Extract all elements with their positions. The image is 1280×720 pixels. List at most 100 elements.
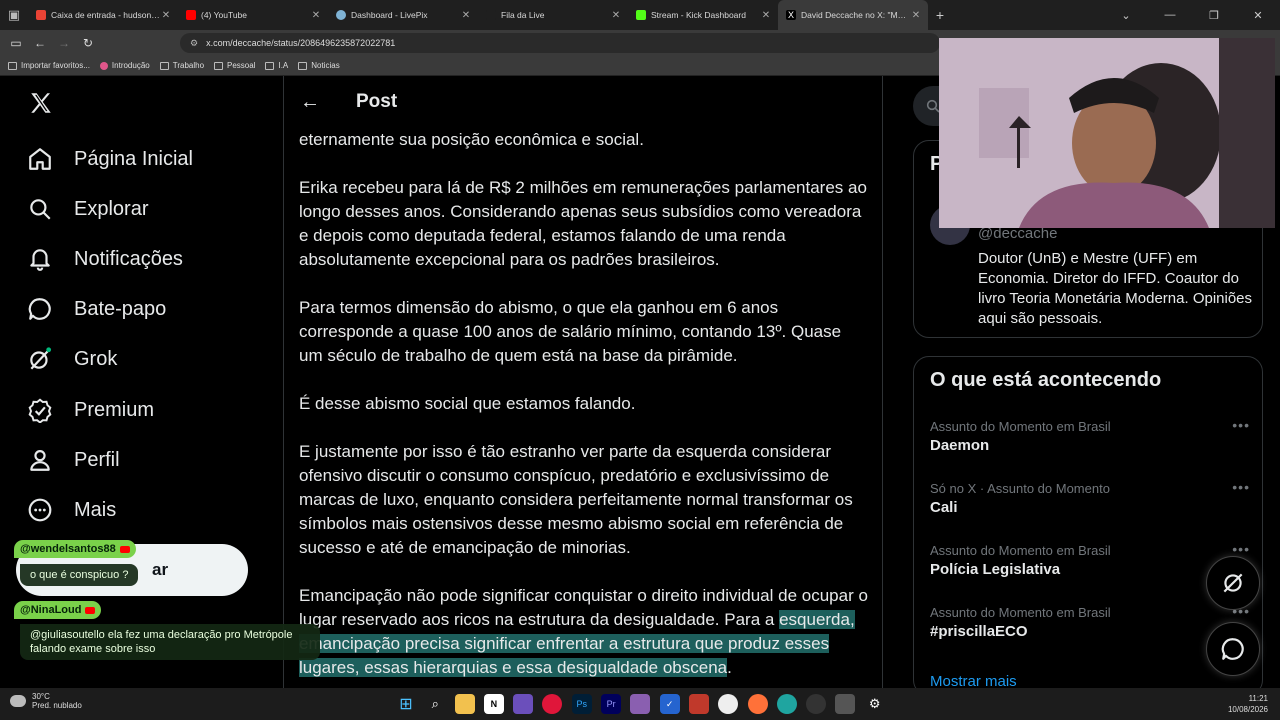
- post-header: ← Post: [284, 76, 882, 128]
- nav-explore[interactable]: Explorar: [24, 189, 148, 229]
- tab-title: Caixa de entrada - hudsonfabio: [51, 10, 160, 20]
- more-options-icon[interactable]: •••: [1232, 541, 1250, 557]
- forward-icon[interactable]: →: [52, 36, 76, 50]
- reload-icon[interactable]: ↻: [76, 36, 100, 50]
- x-logo-icon[interactable]: [28, 90, 54, 116]
- import-icon: [8, 61, 17, 70]
- more-options-icon[interactable]: •••: [1232, 417, 1250, 433]
- media-app-icon[interactable]: [630, 694, 651, 714]
- close-icon[interactable]: ✕: [760, 10, 772, 21]
- browser-tab[interactable]: Stream - Kick Dashboard ✕: [628, 0, 778, 30]
- bookmark-intro[interactable]: Introdução: [99, 61, 150, 70]
- chat-message: o que é conspicuo ?: [20, 564, 139, 586]
- edge-icon[interactable]: [776, 694, 797, 714]
- system-clock[interactable]: 11:21 10/08/2026: [1228, 693, 1268, 715]
- browser-tabbar: ▣ Caixa de entrada - hudsonfabio ✕ (4) Y…: [0, 0, 1280, 30]
- close-icon[interactable]: ✕: [910, 10, 922, 21]
- nav-grok[interactable]: Grok: [24, 339, 117, 379]
- search-icon: [24, 193, 56, 225]
- more-options-icon[interactable]: •••: [1232, 479, 1250, 495]
- minimize-icon[interactable]: —: [1148, 9, 1192, 21]
- calculator-icon[interactable]: [835, 694, 856, 714]
- browser-tab-active[interactable]: X David Deccache no X: "Meu po ✕: [778, 0, 928, 30]
- url-field[interactable]: ⚙ x.com/deccache/status/2086496235872022…: [180, 33, 940, 53]
- chat-username-text: @wendelsantos88: [20, 543, 116, 555]
- bookmark-label: Importar favoritos...: [21, 61, 90, 70]
- bookmark-label: Trabalho: [172, 61, 205, 70]
- search-icon[interactable]: ⌕: [425, 694, 445, 714]
- app-icon[interactable]: [688, 694, 709, 714]
- blank-page-icon: [486, 10, 496, 20]
- obs-icon[interactable]: [718, 694, 739, 714]
- youtube-icon: [186, 10, 196, 20]
- sidebar-toggle-icon[interactable]: ▭: [4, 36, 28, 50]
- browser-tab[interactable]: Fila da Live ✕: [478, 0, 628, 30]
- new-tab-icon[interactable]: +: [928, 7, 952, 23]
- clock-time: 11:21: [1248, 694, 1268, 703]
- bookmark-label: Pessoal: [227, 61, 256, 70]
- nav-chat[interactable]: Bate-papo: [24, 289, 166, 329]
- close-icon[interactable]: ✕: [310, 10, 322, 21]
- close-window-icon[interactable]: ✕: [1236, 9, 1280, 22]
- nav-home[interactable]: Página Inicial: [24, 139, 193, 179]
- trend-name: Cali: [930, 499, 958, 516]
- nav-label: Explorar: [74, 197, 149, 220]
- todo-icon[interactable]: ✓: [659, 694, 680, 714]
- nav-premium[interactable]: Premium: [24, 390, 154, 430]
- folder-icon: [298, 61, 308, 70]
- tab-actions-icon[interactable]: ▣: [0, 0, 28, 30]
- browser-tab[interactable]: (4) YouTube ✕: [178, 0, 328, 30]
- tab-title: David Deccache no X: "Meu po: [801, 10, 910, 20]
- bookmark-folder[interactable]: Pessoal: [214, 61, 255, 70]
- tab-title: Stream - Kick Dashboard: [651, 10, 746, 20]
- bookmark-folder[interactable]: Trabalho: [159, 61, 205, 70]
- bookmark-folder[interactable]: Noticias: [298, 61, 340, 70]
- post-paragraph: Para termos dimensão do abismo, o que el…: [299, 298, 842, 365]
- post-button-label: ar: [152, 560, 169, 579]
- file-explorer-icon[interactable]: [454, 694, 475, 714]
- settings-icon[interactable]: ⚙: [865, 694, 885, 714]
- firefox-icon[interactable]: [747, 694, 768, 714]
- site-info-icon[interactable]: ⚙: [190, 38, 198, 49]
- back-icon[interactable]: ←: [28, 36, 52, 50]
- folder-icon: [159, 61, 169, 70]
- premium-icon: [24, 394, 56, 426]
- nav-more[interactable]: Mais: [24, 490, 116, 530]
- more-icon: [24, 494, 56, 526]
- notion-icon[interactable]: N: [483, 694, 504, 714]
- close-icon[interactable]: ✕: [610, 10, 622, 21]
- post-paragraph: eternamente sua posição econômica e soci…: [299, 130, 644, 149]
- apps-grid-icon[interactable]: [513, 694, 534, 714]
- grok-fab[interactable]: [1206, 556, 1260, 610]
- bookmark-import[interactable]: Importar favoritos...: [8, 61, 90, 70]
- messages-fab[interactable]: [1206, 622, 1260, 676]
- post-paragraph: Erika recebeu para lá de R$ 2 milhões em…: [299, 178, 867, 269]
- close-icon[interactable]: ✕: [160, 10, 172, 21]
- trend-item[interactable]: Assunto do Momento em Brasil #priscillaE…: [930, 603, 1250, 640]
- trend-item[interactable]: Só no X · Assunto do Momento Cali •••: [930, 479, 1250, 516]
- weather-widget[interactable]: 30°C Pred. nublado: [10, 692, 82, 710]
- premiere-icon[interactable]: Pr: [601, 694, 622, 714]
- nav-profile[interactable]: Perfil: [24, 440, 120, 480]
- clock-date: 10/08/2026: [1227, 705, 1268, 714]
- nav-notifications[interactable]: Notificações: [24, 239, 183, 279]
- gmail-icon: [36, 10, 46, 20]
- taskbar-apps: ⊞ ⌕ N Ps Pr ✓ ⚙: [396, 694, 894, 714]
- livepix-icon: [336, 10, 346, 20]
- windows-start-icon[interactable]: ⊞: [396, 694, 416, 714]
- trend-item[interactable]: Assunto do Momento em Brasil Daemon •••: [930, 417, 1250, 454]
- browser-tab[interactable]: Dashboard - LivePix ✕: [328, 0, 478, 30]
- back-arrow-icon[interactable]: ←: [284, 91, 336, 114]
- tab-title: Dashboard - LivePix: [351, 10, 428, 20]
- github-icon[interactable]: [806, 694, 827, 714]
- photoshop-icon[interactable]: Ps: [571, 694, 592, 714]
- browser-tab[interactable]: Caixa de entrada - hudsonfabio ✕: [28, 0, 178, 30]
- streamer-webcam-image: [939, 38, 1275, 228]
- opera-icon[interactable]: [542, 694, 563, 714]
- close-icon[interactable]: ✕: [460, 10, 472, 21]
- maximize-icon[interactable]: ❐: [1192, 9, 1236, 22]
- bookmark-folder[interactable]: I.A: [265, 61, 288, 70]
- trend-item[interactable]: Assunto do Momento em Brasil Polícia Leg…: [930, 541, 1250, 578]
- home-icon: [24, 143, 56, 175]
- tab-list-icon[interactable]: ⌄: [1104, 9, 1148, 22]
